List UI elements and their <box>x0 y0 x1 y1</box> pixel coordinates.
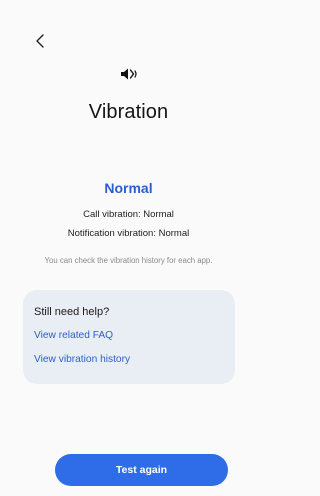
help-title: Still need help? <box>34 306 110 318</box>
chevron-left-icon <box>36 34 44 48</box>
vibration-history-hint: You can check the vibration history for … <box>44 256 213 265</box>
header-icon-wrap <box>0 67 257 81</box>
page-title: Vibration <box>88 101 169 123</box>
vibration-status: Normal <box>104 180 153 196</box>
view-vibration-history-link[interactable]: View vibration history <box>34 354 130 365</box>
vibrate-mute-icon <box>120 68 137 80</box>
back-button[interactable] <box>30 30 50 52</box>
help-card: Still need help? View related FAQ View v… <box>23 290 235 384</box>
notification-vibration-text: Notification vibration: Normal <box>67 228 190 239</box>
test-again-button[interactable]: Test again <box>55 454 228 486</box>
view-faq-link[interactable]: View related FAQ <box>34 330 113 341</box>
call-vibration-text: Call vibration: Normal <box>83 209 174 220</box>
vibration-result-screen: Vibration Normal Call vibration: Normal … <box>0 0 257 496</box>
